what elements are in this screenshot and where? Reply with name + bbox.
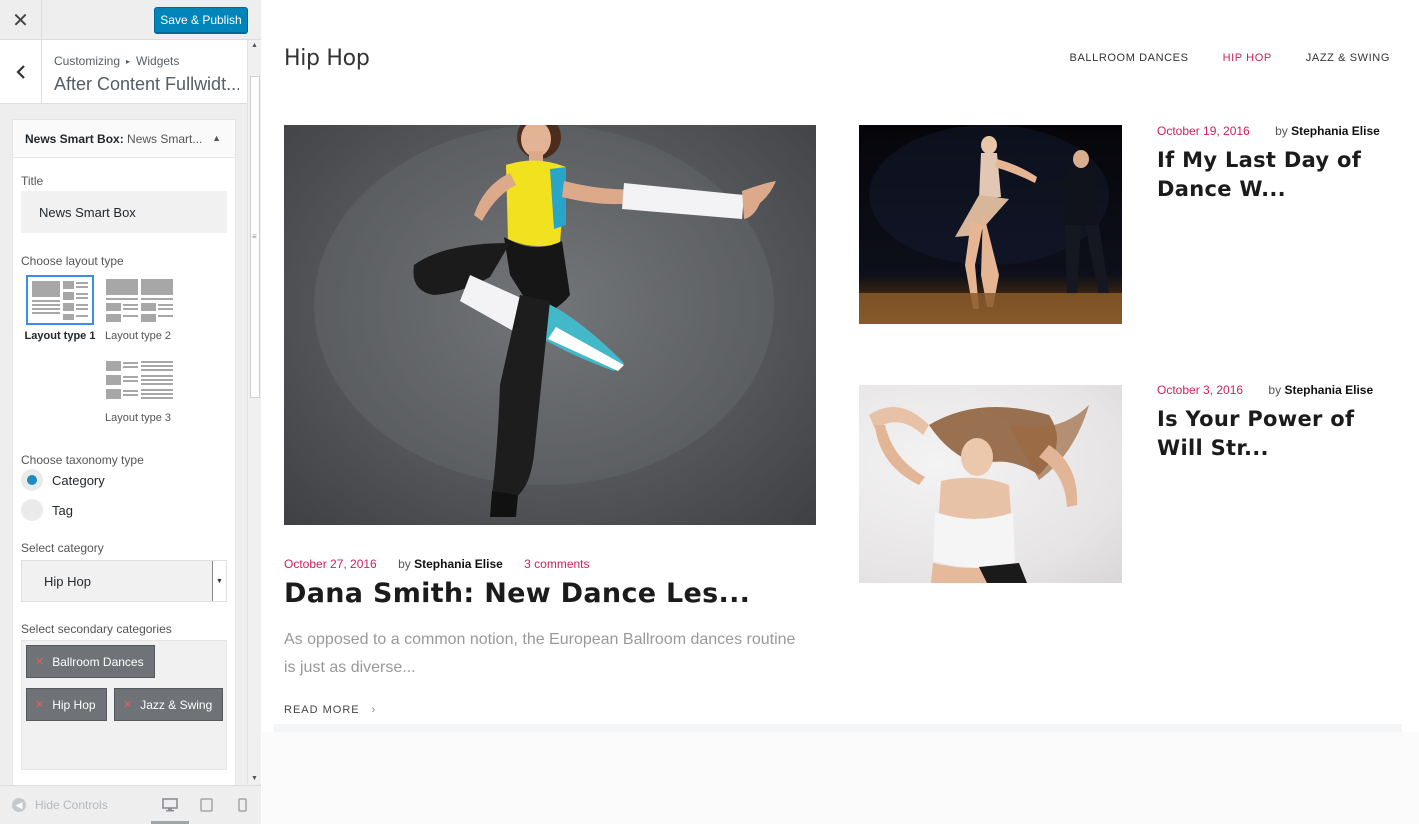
layout-1-label: Layout type 1 xyxy=(24,330,96,342)
save-publish-button[interactable]: Save & Publish xyxy=(154,7,248,33)
layout-2-label: Layout type 2 xyxy=(104,330,172,342)
taxonomy-tag-option[interactable]: Tag xyxy=(21,499,73,521)
category-nav: BALLROOM DANCES HIP HOP JAZZ & SWING xyxy=(1036,52,1390,64)
layout-option-3[interactable]: Layout type 3 xyxy=(101,357,175,425)
tablet-icon[interactable] xyxy=(200,798,213,812)
by-label: by xyxy=(1268,383,1282,397)
main-post-title[interactable]: Dana Smith: New Dance Les... xyxy=(284,578,750,609)
mobile-icon[interactable] xyxy=(238,798,247,812)
widget-subtitle: News Smart... xyxy=(127,132,203,146)
widget-type: News Smart Box: xyxy=(25,132,124,146)
chip-label: Jazz & Swing xyxy=(140,697,213,712)
site-preview: Hip Hop BALLROOM DANCES HIP HOP JAZZ & S… xyxy=(262,0,1419,824)
post-date[interactable]: October 27, 2016 xyxy=(284,557,377,571)
radio-unselected-icon[interactable] xyxy=(21,499,43,521)
title-label: Title xyxy=(21,174,44,188)
chip-label: Ballroom Dances xyxy=(52,654,144,669)
post-author[interactable]: Stephania Elise xyxy=(1284,383,1373,397)
side-post-title[interactable]: If My Last Day of Dance W... xyxy=(1157,146,1397,204)
secondary-categories-label: Select secondary categories xyxy=(21,622,172,636)
section-title: After Content Fullwidt... xyxy=(54,74,239,94)
collapse-icon: ◀ xyxy=(12,798,26,812)
chevron-right-icon: › xyxy=(371,704,377,716)
collapse-arrow-icon[interactable]: ▲ xyxy=(212,133,221,143)
remove-chip-icon[interactable]: ✕ xyxy=(35,655,44,668)
category-select-value: Hip Hop xyxy=(44,573,91,589)
widget-title: News Smart Box: News Smart... xyxy=(25,132,202,146)
grip-icon: ≡ xyxy=(252,232,257,241)
side-post-meta: October 3, 2016 by Stephania Elise xyxy=(1157,383,1373,397)
layout-1-thumbnail xyxy=(26,275,94,325)
widget-panel: News Smart Box: News Smart... ▲ Title Ne… xyxy=(0,105,247,785)
post-comments[interactable]: 3 comments xyxy=(524,557,589,571)
layout-3-thumbnail xyxy=(104,357,173,407)
taxonomy-tag-label: Tag xyxy=(52,502,73,518)
post-date[interactable]: October 19, 2016 xyxy=(1157,124,1250,138)
post-author[interactable]: Stephania Elise xyxy=(414,557,503,571)
hide-controls-label: Hide Controls xyxy=(35,798,108,812)
customizer-footer: ◀ Hide Controls xyxy=(0,785,261,824)
section-divider xyxy=(274,724,1402,732)
page-bottom-area xyxy=(262,732,1419,824)
post-author[interactable]: Stephania Elise xyxy=(1291,124,1380,138)
category-chip[interactable]: ✕ Ballroom Dances xyxy=(26,645,155,678)
breadcrumb-item: Widgets xyxy=(136,54,180,68)
layout-3-label: Layout type 3 xyxy=(104,412,172,424)
scroll-down-arrow-icon[interactable]: ▼ xyxy=(251,775,258,782)
side-post-image[interactable] xyxy=(859,125,1122,324)
read-more-link[interactable]: READ MORE › xyxy=(284,704,376,716)
title-input[interactable]: News Smart Box xyxy=(21,191,227,233)
category-chip[interactable]: ✕ Jazz & Swing xyxy=(114,688,224,721)
desktop-icon[interactable] xyxy=(162,798,178,812)
side-post-meta: October 19, 2016 by Stephania Elise xyxy=(1157,124,1380,138)
taxonomy-category-option[interactable]: Category xyxy=(21,469,105,491)
breadcrumb: Customizing ▸ Widgets xyxy=(54,54,179,68)
nav-item-jazz-swing[interactable]: JAZZ & SWING xyxy=(1306,52,1390,64)
scrollbar-thumb[interactable]: ≡ xyxy=(250,76,260,398)
taxonomy-category-label: Category xyxy=(52,472,105,488)
read-more-label: READ MORE xyxy=(284,704,360,716)
breadcrumb-separator-icon: ▸ xyxy=(126,57,131,66)
dancing-woman-photo xyxy=(869,405,1089,583)
chip-label: Hip Hop xyxy=(52,697,96,712)
scroll-up-arrow-icon[interactable]: ▲ xyxy=(251,42,258,49)
category-select[interactable]: Hip Hop ▼ xyxy=(21,560,227,602)
category-chip[interactable]: ✕ Hip Hop xyxy=(26,688,107,721)
dropdown-arrow-icon[interactable]: ▼ xyxy=(212,561,226,601)
secondary-categories-box[interactable]: ✕ Ballroom Dances ✕ Hip Hop ✕ Jazz & Swi… xyxy=(21,640,227,770)
widget-header[interactable]: News Smart Box: News Smart... ▲ xyxy=(13,120,235,158)
layout-option-2[interactable]: Layout type 2 xyxy=(101,275,175,343)
section-header: Customizing ▸ Widgets After Content Fullwi… xyxy=(0,40,247,104)
layout-type-label: Choose layout type xyxy=(21,254,124,268)
main-post-excerpt: As opposed to a common notion, the Europ… xyxy=(284,631,796,676)
taxonomy-type-label: Choose taxonomy type xyxy=(21,453,144,467)
select-category-label: Select category xyxy=(21,541,104,555)
customizer-sidebar: ✕ Save & Publish Customizing ▸ Widgets Aft… xyxy=(0,0,261,824)
main-post-meta: October 27, 2016 by Stephania Elise 3 co… xyxy=(284,557,590,571)
layout-2-thumbnail xyxy=(104,275,173,325)
back-arrow-icon[interactable] xyxy=(0,40,42,104)
main-post-image[interactable] xyxy=(284,125,816,525)
by-label: by xyxy=(1275,124,1288,138)
widget-card: News Smart Box: News Smart... ▲ Title Ne… xyxy=(12,119,236,785)
customizer-header: ✕ Save & Publish xyxy=(0,0,261,40)
close-icon[interactable]: ✕ xyxy=(0,0,42,40)
nav-item-ballroom-dances[interactable]: BALLROOM DANCES xyxy=(1070,52,1189,64)
remove-chip-icon[interactable]: ✕ xyxy=(35,698,44,711)
by-label: by xyxy=(398,557,411,571)
nav-item-hip-hop[interactable]: HIP HOP xyxy=(1223,52,1272,64)
hide-controls-button[interactable]: ◀ Hide Controls xyxy=(12,798,108,812)
breadcrumb-item: Customizing xyxy=(54,54,121,68)
radio-selected-icon[interactable] xyxy=(21,469,43,491)
side-post-title[interactable]: Is Your Power of Will Str... xyxy=(1157,405,1397,463)
ballroom-couple-photo xyxy=(859,125,1122,324)
page-title: Hip Hop xyxy=(284,46,370,71)
layout-option-1[interactable]: Layout type 1 xyxy=(23,275,97,343)
sidebar-scrollbar[interactable]: ▲ ≡ ▼ xyxy=(247,40,261,784)
dancer-photo xyxy=(314,125,776,517)
side-post-image[interactable] xyxy=(859,385,1122,583)
post-date[interactable]: October 3, 2016 xyxy=(1157,383,1243,397)
remove-chip-icon[interactable]: ✕ xyxy=(123,698,132,711)
